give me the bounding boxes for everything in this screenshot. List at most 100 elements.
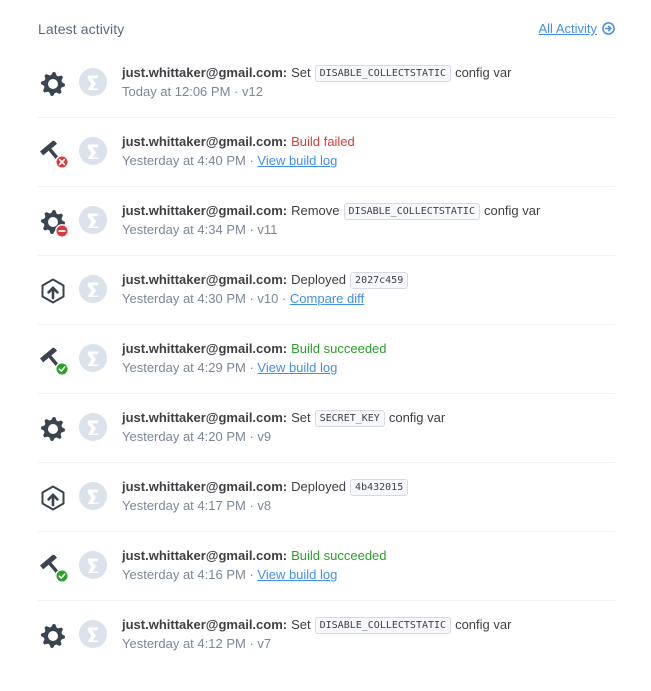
activity-time: Today at 12:06 PM	[122, 84, 231, 99]
arrow-right-circle-icon	[602, 22, 615, 35]
action-text: Set	[291, 410, 311, 425]
activity-summary: just.whittaker@gmail.com: Build succeeded	[122, 547, 615, 565]
hammer-failed-icon	[38, 138, 68, 168]
user-email: just.whittaker@gmail.com:	[122, 341, 288, 356]
activity-summary: just.whittaker@gmail.com: Deployed 4b43201…	[122, 478, 615, 496]
user-email: just.whittaker@gmail.com:	[122, 134, 288, 149]
activity-text: just.whittaker@gmail.com: Remove DISABLE_C…	[122, 202, 615, 239]
activity-meta: Yesterday at 4:12 PM · v7	[122, 636, 272, 651]
activity-time: Yesterday at 4:16 PM	[122, 567, 246, 582]
activity-summary: just.whittaker@gmail.com: Build succeeded	[122, 340, 615, 358]
activity-text: just.whittaker@gmail.com: Build failed Yes…	[122, 133, 615, 170]
action-text: Set	[291, 65, 311, 80]
activity-summary: just.whittaker@gmail.com: Set DISABLE_COLL…	[122, 616, 615, 634]
release-version: v9	[257, 429, 272, 444]
activity-time: Yesterday at 4:17 PM	[122, 498, 246, 513]
hammer-success-icon	[38, 552, 68, 582]
activity-text: just.whittaker@gmail.com: Set SECRET_KEY co…	[122, 409, 615, 446]
release-version: v11	[257, 222, 278, 237]
activity-item: just.whittaker@gmail.com: Deployed 4b43201…	[38, 463, 615, 532]
activity-text: just.whittaker@gmail.com: Set DISABLE_COLL…	[122, 616, 615, 653]
activity-time: Yesterday at 4:34 PM	[122, 222, 246, 237]
code-badge: DISABLE_COLLECTSTATIC	[314, 64, 452, 82]
activity-meta: Yesterday at 4:17 PM · v8	[122, 498, 272, 513]
build-status: Build succeeded	[291, 341, 387, 356]
action-text: Deployed	[291, 479, 347, 494]
all-activity-label[interactable]: All Activity	[538, 21, 597, 36]
section-title: Latest activity	[38, 21, 125, 37]
activity-meta: Yesterday at 4:20 PM · v9	[122, 429, 272, 444]
activity-item: just.whittaker@gmail.com: Set DISABLE_COLL…	[38, 49, 615, 118]
user-email: just.whittaker@gmail.com:	[122, 548, 288, 563]
code-badge: 2027c459	[350, 271, 409, 289]
action-suffix: config var	[455, 65, 512, 80]
view-build-log-link[interactable]: View build log	[257, 567, 337, 582]
activity-meta: Today at 12:06 PM · v12	[122, 84, 263, 99]
avatar	[79, 620, 107, 648]
activity-meta: Yesterday at 4:29 PM · View build log	[122, 360, 338, 375]
release-version: v7	[257, 636, 272, 651]
user-email: just.whittaker@gmail.com:	[122, 65, 288, 80]
user-email: just.whittaker@gmail.com:	[122, 410, 288, 425]
action-text: Deployed	[291, 272, 347, 287]
activity-item: just.whittaker@gmail.com: Build succeeded…	[38, 532, 615, 601]
gear-removed-icon	[38, 207, 68, 237]
avatar	[79, 68, 107, 96]
activity-header: Latest activity All Activity	[38, 21, 615, 41]
action-suffix: config var	[483, 203, 541, 218]
deploy-icon	[38, 483, 68, 513]
release-version: v12	[241, 84, 263, 99]
user-email: just.whittaker@gmail.com:	[122, 479, 288, 494]
activity-time: Yesterday at 4:20 PM	[122, 429, 246, 444]
activity-meta: Yesterday at 4:40 PM · View build log	[122, 153, 338, 168]
gear-icon	[38, 69, 68, 99]
release-version: v8	[257, 498, 272, 513]
view-build-log-link[interactable]: View build log	[257, 153, 337, 168]
all-activity-link[interactable]: All Activity	[538, 21, 615, 36]
hammer-success-icon	[38, 345, 68, 375]
action-suffix: config var	[388, 410, 446, 425]
activity-time: Yesterday at 4:30 PM	[122, 291, 246, 306]
activity-summary: just.whittaker@gmail.com: Deployed 2027c45…	[122, 271, 615, 289]
user-email: just.whittaker@gmail.com:	[122, 617, 288, 632]
gear-icon	[38, 621, 68, 651]
code-badge: SECRET_KEY	[314, 409, 385, 427]
activity-text: just.whittaker@gmail.com: Deployed 4b43201…	[122, 478, 615, 515]
gear-icon	[38, 414, 68, 444]
activity-item: just.whittaker@gmail.com: Deployed 2027c45…	[38, 256, 615, 325]
build-status: Build succeeded	[291, 548, 387, 563]
activity-summary: just.whittaker@gmail.com: Build failed	[122, 133, 615, 151]
activity-item: just.whittaker@gmail.com: Set DISABLE_COLL…	[38, 601, 615, 670]
activity-summary: just.whittaker@gmail.com: Set DISABLE_COLL…	[122, 64, 615, 82]
activity-meta: Yesterday at 4:16 PM · View build log	[122, 567, 338, 582]
activity-item: just.whittaker@gmail.com: Set SECRET_KEY co…	[38, 394, 615, 463]
activity-meta: Yesterday at 4:34 PM · v11	[122, 222, 278, 237]
deploy-icon	[38, 276, 68, 306]
code-badge: DISABLE_COLLECTSTATIC	[343, 202, 480, 220]
release-version: v10	[257, 291, 279, 306]
action-text: Remove	[291, 203, 340, 218]
activity-time: Yesterday at 4:40 PM	[122, 153, 246, 168]
avatar	[79, 344, 107, 372]
activity-panel: Latest activity All Activity just.whitta…	[0, 0, 651, 691]
code-badge: 4b432015	[350, 478, 409, 496]
avatar	[79, 275, 107, 303]
activity-summary: just.whittaker@gmail.com: Remove DISABLE_C…	[122, 202, 615, 220]
activity-item: just.whittaker@gmail.com: Build failed Yes…	[38, 118, 615, 187]
avatar	[79, 413, 107, 441]
avatar	[79, 551, 107, 579]
activity-summary: just.whittaker@gmail.com: Set SECRET_KEY co…	[122, 409, 615, 427]
view-build-log-link[interactable]: View build log	[257, 360, 337, 375]
avatar	[79, 137, 107, 165]
compare-diff-link[interactable]: Compare diff	[290, 291, 364, 306]
user-email: just.whittaker@gmail.com:	[122, 272, 288, 287]
activity-item: just.whittaker@gmail.com: Build succeeded…	[38, 325, 615, 394]
action-text: Set	[291, 617, 311, 632]
activity-time: Yesterday at 4:29 PM	[122, 360, 246, 375]
user-email: just.whittaker@gmail.com:	[122, 203, 288, 218]
activity-time: Yesterday at 4:12 PM	[122, 636, 246, 651]
activity-text: just.whittaker@gmail.com: Deployed 2027c45…	[122, 271, 615, 308]
action-suffix: config var	[455, 617, 512, 632]
activity-item: just.whittaker@gmail.com: Remove DISABLE_C…	[38, 187, 615, 256]
activity-meta: Yesterday at 4:30 PM · v10 · Compare dif…	[122, 291, 365, 306]
